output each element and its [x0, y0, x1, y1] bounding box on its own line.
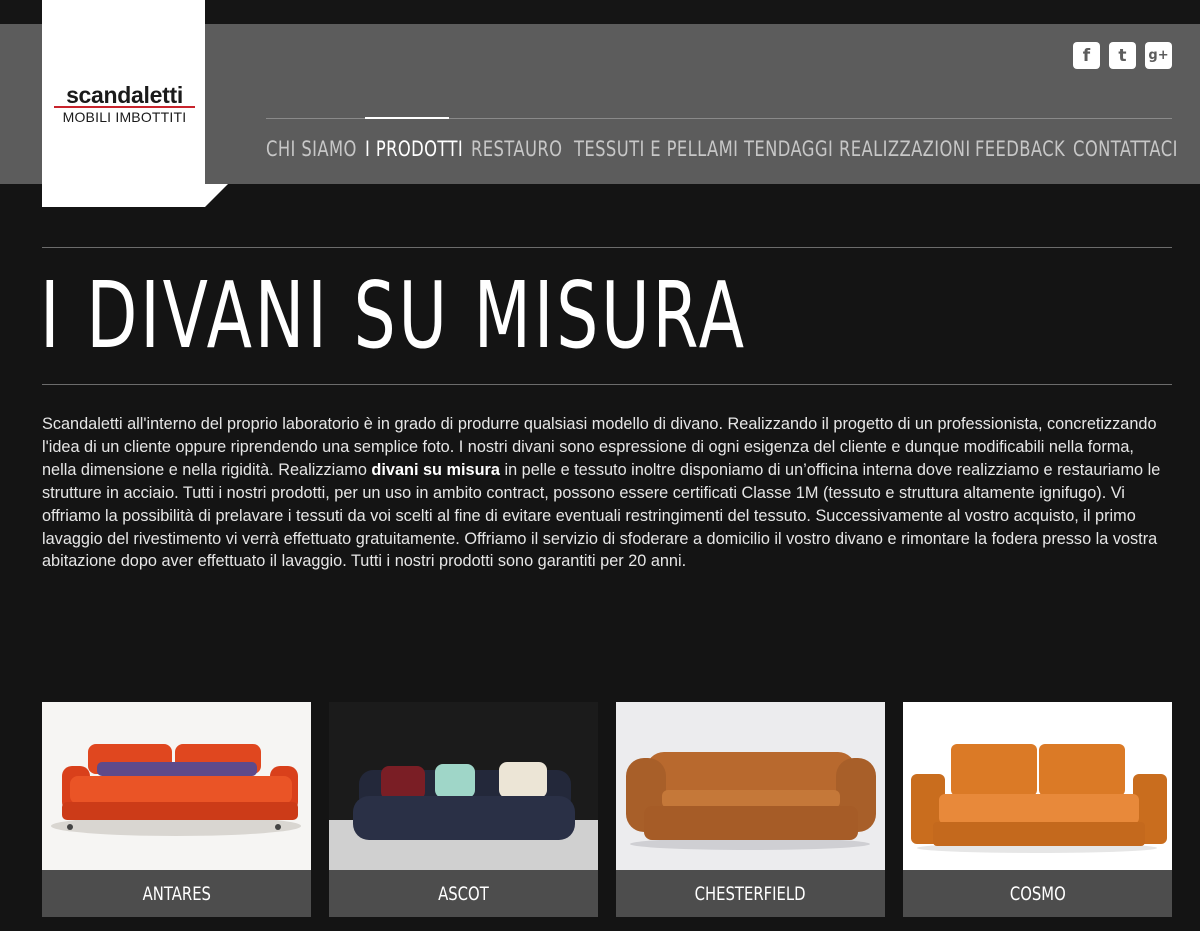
googleplus-icon[interactable]: g+	[1145, 42, 1172, 69]
product-caption[interactable]: COSMO	[903, 870, 1172, 917]
product-grid: ANTARES ASCOT CHESTERFIELD COSMO	[42, 702, 1172, 917]
title-top-rule	[42, 247, 1172, 248]
nav-item-realizzazioni[interactable]: REALIZZAZIONI	[839, 137, 971, 161]
product-image-ascot[interactable]	[329, 702, 598, 870]
page-title: I DIVANI SU MISURA	[40, 262, 747, 369]
facebook-icon[interactable]: f	[1073, 42, 1100, 69]
twitter-icon[interactable]: t	[1109, 42, 1136, 69]
logo[interactable]: scandaletti MOBILI IMBOTTITI	[42, 0, 205, 207]
logo-fold	[205, 184, 228, 207]
product-name-antares: ANTARES	[142, 882, 211, 905]
logo-tagline: MOBILI IMBOTTITI	[62, 109, 187, 125]
product-card-ascot[interactable]: ASCOT	[329, 702, 598, 917]
product-name-ascot: ASCOT	[438, 882, 489, 905]
logo-divider	[54, 106, 195, 108]
product-card-antares[interactable]: ANTARES	[42, 702, 311, 917]
intro-highlight: divani su misura	[371, 460, 500, 479]
intro-text: Scandaletti all'interno del proprio labo…	[42, 413, 1172, 573]
title-bottom-rule	[42, 384, 1172, 385]
product-image-cosmo[interactable]	[903, 702, 1172, 870]
main-nav: CHI SIAMO I PRODOTTI RESTAURO TESSUTI E …	[266, 117, 1177, 185]
product-image-antares[interactable]	[42, 702, 311, 870]
nav-item-chi-siamo[interactable]: CHI SIAMO	[266, 137, 357, 161]
product-caption[interactable]: CHESTERFIELD	[616, 870, 885, 917]
nav-item-feedback[interactable]: FEEDBACK	[975, 137, 1065, 161]
product-name-chesterfield: CHESTERFIELD	[695, 882, 806, 905]
nav-item-i-prodotti[interactable]: I PRODOTTI	[365, 137, 463, 161]
social-links: f t g+	[1073, 42, 1172, 69]
product-card-cosmo[interactable]: COSMO	[903, 702, 1172, 917]
product-name-cosmo: COSMO	[1009, 882, 1066, 905]
logo-name: scandaletti	[66, 82, 183, 108]
nav-item-tessuti-e-pellami[interactable]: TESSUTI E PELLAMI	[574, 137, 738, 161]
product-caption[interactable]: ANTARES	[42, 870, 311, 917]
nav-item-restauro[interactable]: RESTAURO	[471, 137, 562, 161]
nav-active-indicator	[365, 117, 449, 119]
product-image-chesterfield[interactable]	[616, 702, 885, 870]
product-card-chesterfield[interactable]: CHESTERFIELD	[616, 702, 885, 917]
nav-item-tendaggi[interactable]: TENDAGGI	[744, 137, 833, 161]
nav-item-contattaci[interactable]: CONTATTACI	[1073, 137, 1178, 161]
product-caption[interactable]: ASCOT	[329, 870, 598, 917]
